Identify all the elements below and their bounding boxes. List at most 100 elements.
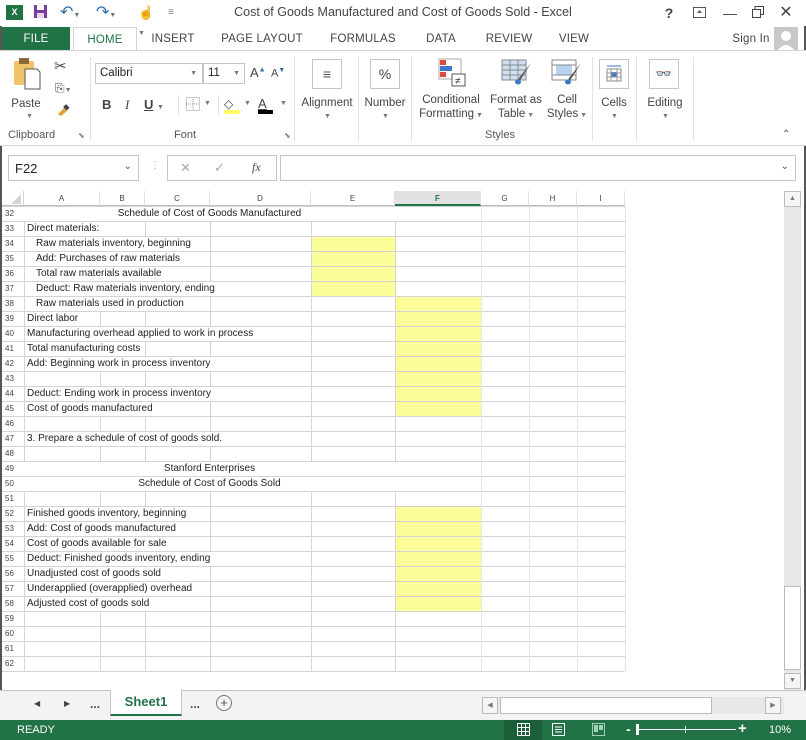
row-header-57[interactable]: 57 [2,581,24,596]
worksheet-grid[interactable]: A B C D E F G H I 32 Schedule of Cost of Goods Man… [0,191,786,690]
cell-a38[interactable]: Raw materials used in production [36,296,184,311]
cell-a41[interactable]: Total manufacturing costs [27,341,140,356]
cell-a39[interactable]: Direct labor [27,311,78,326]
cell-a57[interactable]: Underapplied (overapplied) overhead [27,581,192,596]
zoom-in-button[interactable]: + [738,720,747,737]
cell-a50[interactable]: Schedule of Cost of Goods Sold [24,476,395,491]
alignment-button[interactable]: ≡ Alignment ▼ [298,59,356,127]
row-header-37[interactable]: 37 [2,281,24,296]
cell-a42[interactable]: Add: Beginning work in process inventory [27,356,210,371]
row-header-34[interactable]: 34 [2,236,24,251]
normal-view-button[interactable] [504,720,542,740]
number-format-button[interactable]: % Number ▼ [361,59,409,127]
cell-styles-button[interactable]: Cell Styles ▼ [545,57,589,123]
formula-input[interactable]: ⌄ [280,155,796,181]
row-header-42[interactable]: 42 [2,356,24,371]
cell-a56[interactable]: Unadjusted cost of goods sold [27,566,161,581]
row-header-52[interactable]: 52 [2,506,24,521]
font-name-select[interactable]: Calibri ▼ [95,63,203,84]
clipboard-dialog-launcher-icon[interactable]: ⬊ [78,131,85,140]
next-sheet-button[interactable]: ▶ [64,699,70,708]
column-header-d[interactable]: D [210,191,311,206]
cell-a52[interactable]: Finished goods inventory, beginning [27,506,186,521]
ribbon-display-options-button[interactable] [688,4,710,22]
cell-a45[interactable]: Cost of goods manufactured [27,401,153,416]
minimize-button[interactable]: — [719,4,741,22]
column-header-e[interactable]: E [311,191,395,206]
format-painter-icon[interactable] [56,103,70,116]
row-header-38[interactable]: 38 [2,296,24,311]
scroll-up-button[interactable]: ▲ [784,191,801,207]
row-header-44[interactable]: 44 [2,386,24,401]
cell-a36[interactable]: Total raw materials available [36,266,162,281]
collapse-ribbon-icon[interactable]: ⌃ [782,129,790,140]
cell-a47[interactable]: 3. Prepare a schedule of cost of goods s… [27,431,222,446]
horizontal-scrollbar[interactable]: ◀ ▶ [482,697,784,714]
row-header-47[interactable]: 47 [2,431,24,446]
column-header-f[interactable]: F [395,191,481,206]
sign-in-link[interactable]: Sign In [728,27,774,51]
cell-a40[interactable]: Manufacturing overhead applied to work i… [27,326,253,341]
row-header-40[interactable]: 40 [2,326,24,341]
format-as-table-button[interactable]: Format as Table ▼ [487,57,545,123]
enter-button[interactable]: ✓ [214,160,225,176]
cell-a44[interactable]: Deduct: Ending work in process inventory [27,386,211,401]
cancel-button[interactable]: ✕ [180,160,191,176]
cell-a35[interactable]: Add: Purchases of raw materials [36,251,180,266]
cells-button[interactable]: Cells ▼ [596,59,632,127]
cell-a58[interactable]: Adjusted cost of goods sold [27,596,149,611]
insert-function-button[interactable]: fx [252,160,261,175]
cell-a33[interactable]: Direct materials: [27,221,99,236]
cell-a54[interactable]: Cost of goods available for sale [27,536,167,551]
column-header-a[interactable]: A [24,191,100,206]
previous-sheet-button[interactable]: ◀ [34,699,40,708]
font-dialog-launcher-icon[interactable]: ⬊ [284,131,291,140]
tab-formulas[interactable]: FORMULAS [322,27,404,51]
expand-formula-bar-icon[interactable]: ⌄ [781,161,789,172]
row-header-39[interactable]: 39 [2,311,24,326]
column-header-h[interactable]: H [529,191,577,206]
vertical-scrollbar[interactable]: ▲ ▼ [784,191,801,690]
tab-data[interactable]: DATA [416,27,466,51]
row-header-51[interactable]: 51 [2,491,24,506]
cell-a37[interactable]: Deduct: Raw materials inventory, ending [36,281,215,296]
row-header-60[interactable]: 60 [2,626,24,641]
cell-a34[interactable]: Raw materials inventory, beginning [36,236,191,251]
vertical-scroll-thumb[interactable] [784,586,801,670]
scroll-left-button[interactable]: ◀ [482,697,498,714]
sheet-tab-sheet1[interactable]: Sheet1 [110,690,182,716]
restore-button[interactable] [747,4,769,22]
row-header-41[interactable]: 41 [2,341,24,356]
borders-button[interactable]: ▼ [186,97,214,113]
horizontal-scroll-thumb[interactable] [500,697,712,714]
column-header-b[interactable]: B [100,191,145,206]
conditional-formatting-button[interactable]: ≠ Conditional Formatting ▼ [415,57,487,123]
zoom-slider[interactable] [636,724,736,735]
column-header-g[interactable]: G [481,191,529,206]
copy-icon[interactable]: ⎘▼ [55,81,72,96]
font-size-select[interactable]: 11 ▼ [203,63,245,84]
cell-a55[interactable]: Deduct: Finished goods inventory, ending [27,551,210,566]
increase-font-size-button[interactable]: A▲ [250,65,266,80]
row-header-62[interactable]: 62 [2,656,24,671]
underline-button[interactable]: U ▼ [144,97,164,112]
page-break-preview-button[interactable] [592,723,605,740]
tab-file[interactable]: FILE [2,27,70,51]
scroll-right-button[interactable]: ▶ [765,697,781,714]
row-header-58[interactable]: 58 [2,596,24,611]
formula-bar-grip-icon[interactable]: ⋮ [150,160,160,171]
more-sheets-left-button[interactable]: ... [90,697,100,711]
row-header-56[interactable]: 56 [2,566,24,581]
italic-button[interactable]: I [125,97,129,113]
row-header-59[interactable]: 59 [2,611,24,626]
zoom-level[interactable]: 10% [769,724,791,736]
tab-page-layout[interactable]: PAGE LAYOUT [214,27,310,51]
row-header-36[interactable]: 36 [2,266,24,281]
tab-review[interactable]: REVIEW [478,27,540,51]
row-header-35[interactable]: 35 [2,251,24,266]
page-layout-view-button[interactable] [552,723,565,740]
cut-icon[interactable]: ✂ [54,57,67,75]
row-header-53[interactable]: 53 [2,521,24,536]
paste-button[interactable]: Paste ▼ [11,57,48,123]
cell-a49[interactable]: Stanford Enterprises [24,461,395,476]
